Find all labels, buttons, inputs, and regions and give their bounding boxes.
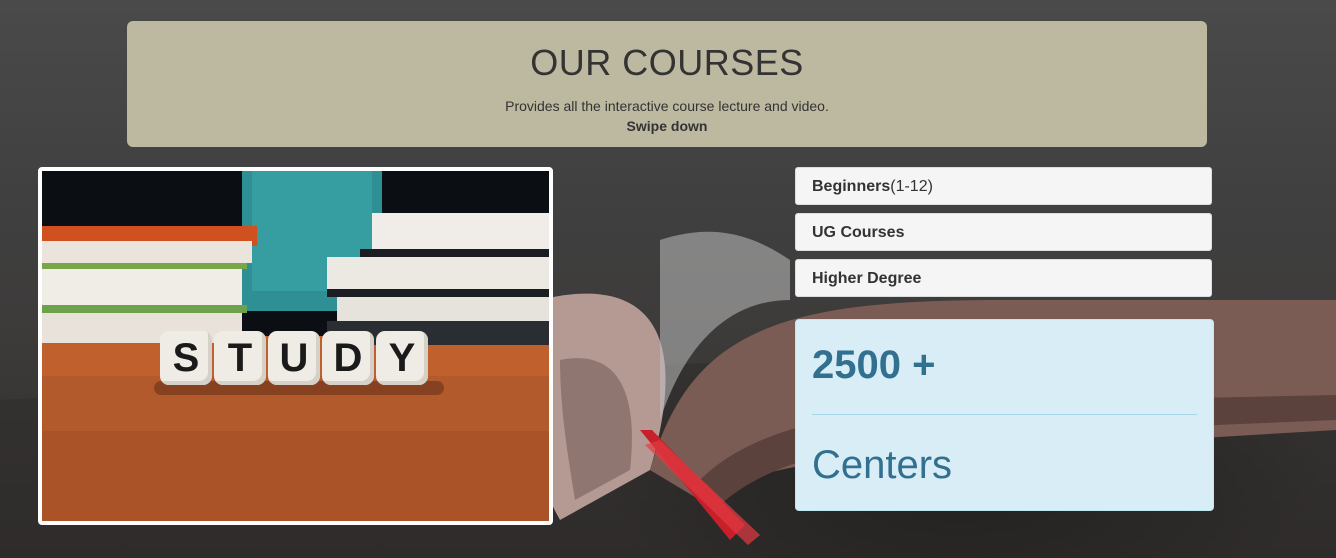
- letter-die: S: [160, 331, 212, 385]
- letter-die: D: [322, 331, 374, 385]
- course-item-label: Beginners: [812, 178, 891, 195]
- page-title: OUR COURSES: [530, 42, 804, 83]
- courses-header: OUR COURSES Provides all the interactive…: [127, 21, 1207, 147]
- study-photo: S T U D Y: [38, 167, 553, 525]
- centers-label: Centers: [812, 443, 953, 487]
- swipe-hint: Swipe down: [626, 118, 708, 134]
- course-item-label: UG Courses: [812, 224, 905, 241]
- course-item-range: (1-12): [890, 178, 933, 195]
- dice-row: S T U D Y: [160, 331, 440, 387]
- centers-count: 2500 +: [812, 343, 936, 387]
- header-subtitle: Provides all the interactive course lect…: [505, 98, 829, 114]
- letter-die: U: [268, 331, 320, 385]
- centers-stat-panel: 2500 + Centers: [795, 319, 1214, 511]
- stat-divider: [812, 414, 1197, 415]
- course-item-higher-degree[interactable]: Higher Degree: [795, 259, 1212, 297]
- letter-die: T: [214, 331, 266, 385]
- course-item-beginners[interactable]: Beginners(1-12): [795, 167, 1212, 205]
- letter-die: Y: [376, 331, 428, 385]
- course-item-label: Higher Degree: [812, 270, 922, 287]
- course-item-ug-courses[interactable]: UG Courses: [795, 213, 1212, 251]
